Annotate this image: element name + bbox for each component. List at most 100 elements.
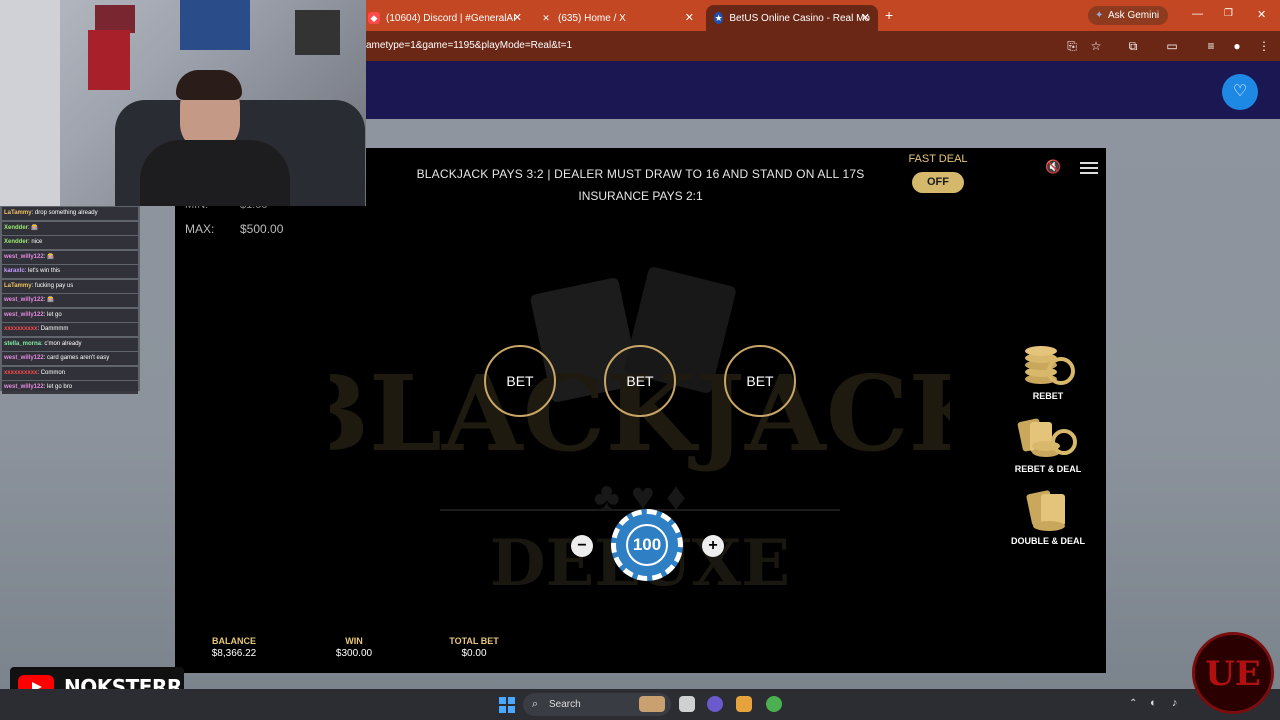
chip-value: 100 — [626, 524, 668, 566]
heart-icon: ♡ — [1232, 83, 1248, 100]
chat-username: Xendder — [4, 239, 29, 245]
max-bet-label: MAX: — [185, 222, 215, 236]
rebet-deal-icon — [1017, 418, 1077, 457]
chat-message: LaTammy: fucking pay us — [2, 279, 138, 293]
poster — [95, 5, 135, 33]
tab-betus[interactable]: ★ BetUS Online Casino - Real Mo ✕ — [706, 5, 878, 31]
chat-username: west_willy122 — [4, 355, 44, 361]
chat-message: west_willy122: 🎰 — [2, 250, 138, 264]
minimize-icon[interactable]: — — [1192, 8, 1203, 20]
news-widget-icon[interactable] — [639, 696, 665, 712]
microphone-icon[interactable]: ♪ — [1172, 697, 1178, 709]
win-value: $300.00 — [335, 648, 373, 659]
door — [0, 0, 60, 206]
gemini-icon: ✦ — [1095, 10, 1104, 21]
total-bet-value: $0.00 — [461, 648, 487, 659]
chip-selector[interactable]: 100 — [611, 509, 683, 581]
balance-label: BALANCE — [212, 636, 256, 646]
bet-spot-1[interactable]: BET — [484, 345, 556, 417]
bet-spot-2[interactable]: BET — [604, 345, 676, 417]
windows-start-icon[interactable] — [499, 697, 515, 713]
flag — [88, 30, 130, 90]
reading-list-icon[interactable]: ≡ — [1202, 37, 1220, 55]
chat-username: LaTammy — [4, 282, 32, 289]
chat-text: : let go bro — [43, 384, 73, 390]
app-icon[interactable] — [736, 696, 752, 712]
mute-icon[interactable]: 🔇 — [1045, 159, 1063, 177]
rebet-deal-button[interactable]: REBET & DEAL — [1007, 414, 1089, 474]
ask-gemini-button[interactable]: ✦ Ask Gemini — [1088, 6, 1168, 25]
rebet-label: REBET — [1032, 391, 1064, 401]
chevron-up-icon[interactable]: ⌃ — [1129, 698, 1137, 709]
tab-x[interactable]: ✕ (635) Home / X ✕ — [532, 5, 702, 31]
tray-icon[interactable]: ◐ — [1150, 697, 1157, 709]
increase-chip-button[interactable]: + — [702, 535, 724, 557]
chat-message: xxxxxxxxxx: Common — [2, 366, 138, 380]
close-tab-icon[interactable]: ✕ — [861, 11, 870, 24]
streamer-shirt — [140, 140, 290, 206]
tab-discord[interactable]: ◆ (10604) Discord | #GeneralAI ✕ — [360, 5, 530, 31]
window-close-icon[interactable]: ✕ — [1257, 8, 1266, 21]
chat-username: xxxxxxxxxx — [4, 326, 38, 332]
close-tab-icon[interactable]: ✕ — [685, 11, 694, 24]
chat-text: : let's win this — [24, 268, 61, 274]
game-menu-icon[interactable] — [1080, 159, 1098, 177]
betus-icon: ★ — [714, 12, 724, 24]
poster — [180, 0, 250, 50]
profile-avatar-icon[interactable]: ● — [1228, 37, 1246, 55]
restore-icon[interactable]: ❐ — [1224, 8, 1233, 19]
bet-spot-3[interactable]: BET — [724, 345, 796, 417]
chat-username: stella_morna — [4, 340, 42, 347]
chat-text: : c'mon already — [41, 340, 82, 347]
balance-value: $8,366.22 — [211, 648, 257, 659]
rebet-button[interactable]: REBET — [1007, 341, 1089, 401]
app-icon[interactable] — [707, 696, 723, 712]
fast-deal-toggle[interactable]: OFF — [912, 172, 964, 193]
chat-username: Xendder — [4, 224, 29, 231]
chat-text: : Dammmm — [37, 326, 69, 332]
address-bar-url[interactable]: ametype=1&game=1195&playMode=Real&t=1 — [366, 40, 572, 51]
svg-text:UE: UE — [1205, 654, 1261, 694]
win-label: WIN — [345, 636, 363, 646]
taskbar-search-label: Search — [549, 699, 581, 710]
x-icon: ✕ — [542, 13, 550, 23]
max-bet-value: $500.00 — [240, 222, 284, 236]
chat-username: xxxxxxxxxx — [4, 369, 38, 376]
total-bet-label: TOTAL BET — [449, 636, 499, 646]
chat-username: west_willy122 — [4, 253, 44, 260]
new-tab-button[interactable]: + — [885, 7, 893, 23]
close-tab-icon[interactable]: ✕ — [513, 11, 522, 24]
rebet-icon — [1025, 346, 1075, 385]
chrome-icon[interactable] — [766, 696, 782, 712]
chat-message: west_willy122: let go bro — [2, 381, 138, 394]
bookmark-star-icon[interactable]: ☆ — [1087, 37, 1105, 55]
webcam-overlay — [0, 0, 366, 206]
chat-text: : drop something already — [31, 210, 98, 216]
chat-username: LaTammy — [4, 210, 32, 216]
streamer-hair — [176, 70, 242, 100]
double-deal-label: DOUBLE & DEAL — [1011, 536, 1085, 546]
chat-message: LaTammy: drop something already — [2, 207, 138, 220]
decrease-chip-button[interactable]: − — [571, 535, 593, 557]
install-app-icon[interactable]: ⎘ — [1063, 37, 1081, 55]
file-explorer-icon[interactable] — [679, 696, 695, 712]
poster — [295, 10, 340, 55]
tab-label: (10604) Discord | #GeneralAI — [386, 12, 516, 24]
chat-username: west_willy122 — [4, 297, 44, 303]
chat-message: west_willy122: let go — [2, 308, 138, 322]
browser-menu-icon[interactable]: ⋮ — [1255, 37, 1273, 55]
double-deal-button[interactable]: DOUBLE & DEAL — [1007, 488, 1089, 546]
rebet-deal-label: REBET & DEAL — [1014, 464, 1082, 474]
chat-username: west_willy122 — [4, 384, 44, 390]
tab-label: (635) Home / X — [558, 12, 626, 24]
balance-stat: BALANCE $8,366.22 — [194, 636, 274, 659]
chat-text: : 🎰 — [43, 297, 55, 303]
chat-text: : fucking pay us — [31, 282, 74, 289]
favorite-button[interactable]: ♡ — [1222, 74, 1258, 110]
split-view-icon[interactable]: ▭ — [1163, 37, 1181, 55]
win-stat: WIN $300.00 — [314, 636, 394, 659]
chat-message: Xendder: nice — [2, 236, 138, 249]
total-bet-stat: TOTAL BET $0.00 — [434, 636, 514, 659]
chat-message: Xendder: 🎰 — [2, 221, 138, 235]
extensions-icon[interactable]: ⧉ — [1124, 37, 1142, 55]
